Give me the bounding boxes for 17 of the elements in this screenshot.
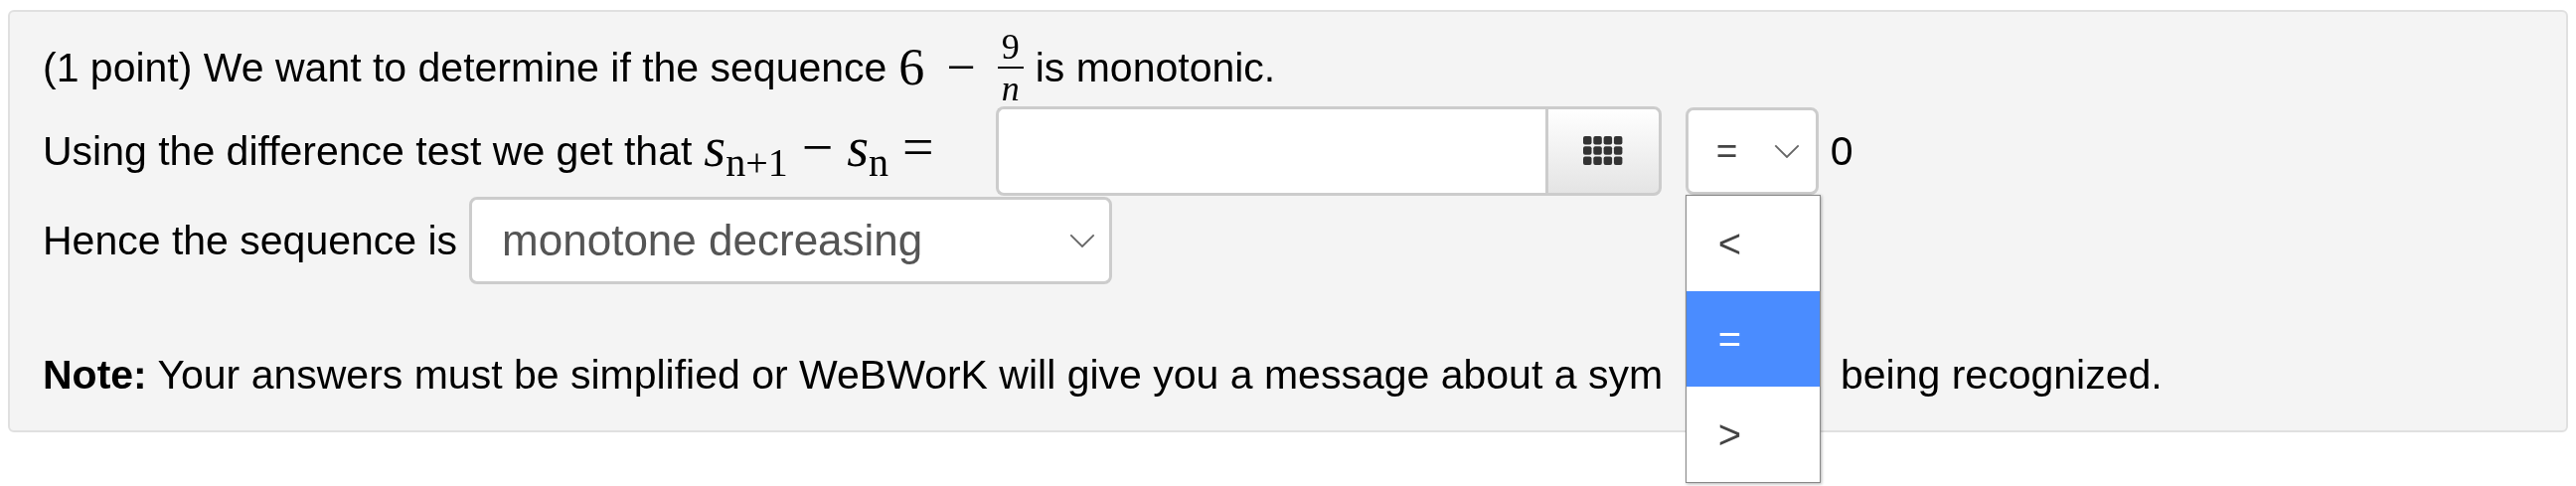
question-text: Using the difference test we get that — [43, 127, 693, 175]
problem-text: is monotonic. — [1035, 44, 1276, 91]
note-text: Note: Your answers must be simplified or WeBWorK will give you a message about a sym — [43, 351, 1665, 399]
sequence-type-select[interactable]: monotone decreasing — [469, 197, 1113, 284]
problem-text: (1 point) We want to determine if the sequence — [43, 44, 887, 91]
note-text: being recognized. — [1840, 351, 2164, 399]
keypad-icon — [1583, 136, 1624, 166]
answer-field[interactable] — [995, 106, 1545, 196]
question-text: Hence the sequence is — [43, 217, 458, 264]
chevron-icon — [1069, 233, 1096, 248]
dropdown-option[interactable]: > — [1686, 387, 1820, 482]
relation-select[interactable]: = — [1685, 107, 1819, 195]
keypad-button[interactable] — [1544, 106, 1662, 196]
chevron-icon — [1773, 143, 1800, 159]
rhs-value: 0 — [1830, 127, 1853, 175]
difference-formula: s$_{n+1}$ − s$_{n}$ = — [704, 119, 934, 183]
dropdown-option[interactable]: < — [1686, 196, 1820, 291]
